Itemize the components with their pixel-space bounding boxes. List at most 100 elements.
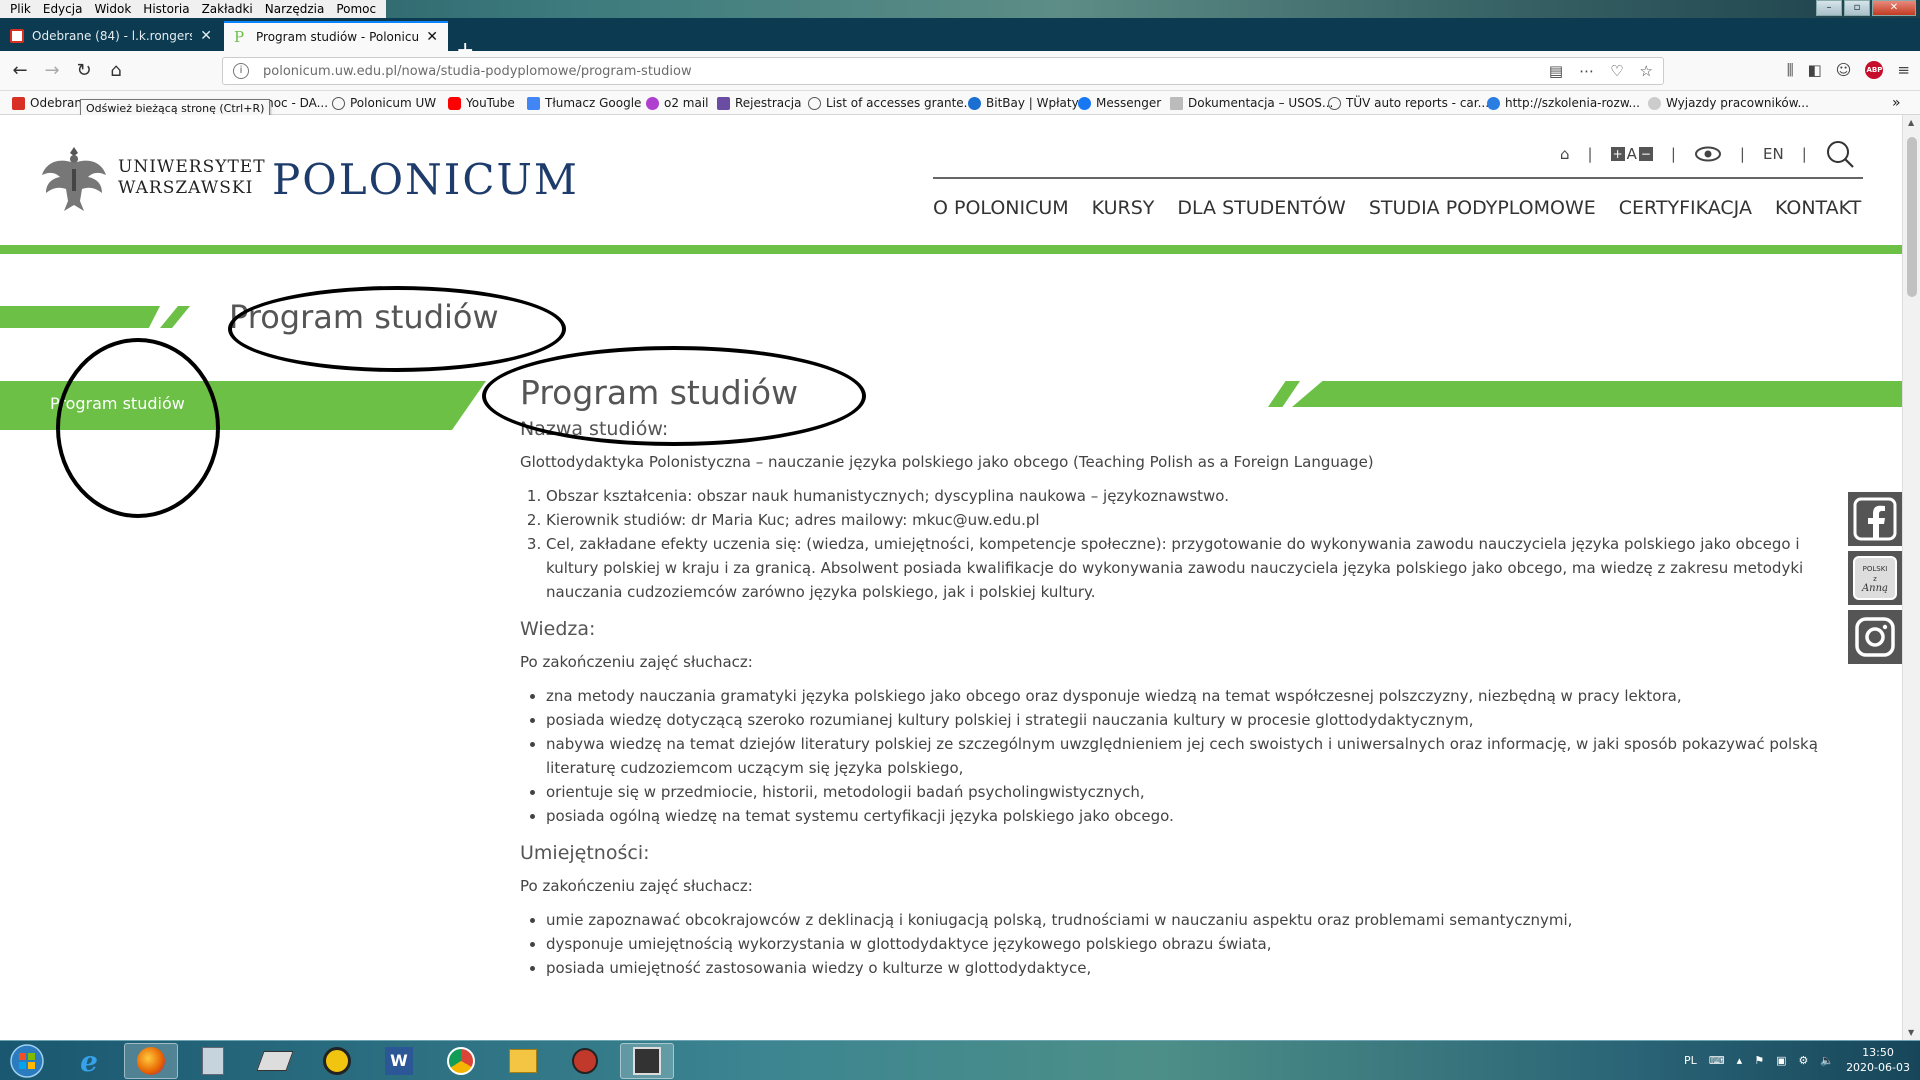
page-actions-icon[interactable]: ⋯ [1579, 62, 1594, 80]
bookmark-item[interactable]: Tłumacz Google [527, 94, 641, 112]
instagram-button[interactable] [1848, 610, 1902, 664]
bookmark-item[interactable]: Messenger [1078, 94, 1161, 112]
bookmarks-overflow-icon[interactable]: » [1892, 94, 1901, 112]
menu-view[interactable]: Widok [88, 2, 137, 16]
menu-file[interactable]: Plik [4, 2, 37, 16]
scroll-up-icon[interactable]: ▲ [1908, 118, 1914, 127]
web-page: UNIWERSYTET WARSZAWSKI POLONICUM ⌂ | + A… [0, 115, 1902, 1040]
window-controls: – ▫ ✕ [1814, 0, 1916, 16]
game-icon[interactable] [310, 1043, 364, 1079]
network-icon[interactable]: ▣ [1776, 1054, 1786, 1067]
tab-gmail[interactable]: Odebrane (84) - l.k.rongers@uw ✕ [0, 21, 222, 51]
polonicum-logo[interactable]: POLONICUM [272, 155, 579, 204]
start-button[interactable] [4, 1043, 50, 1079]
o2-icon [646, 96, 659, 110]
library-icon[interactable]: ⫼ [1787, 61, 1794, 79]
maximize-button[interactable]: ▫ [1844, 0, 1870, 16]
language-indicator[interactable]: PL [1684, 1054, 1697, 1067]
scrollbar-thumb[interactable] [1907, 137, 1917, 297]
close-tab-icon[interactable]: ✕ [426, 29, 438, 45]
nav-item-kursy[interactable]: KURSY [1092, 197, 1155, 219]
close-tab-icon[interactable]: ✕ [200, 28, 212, 44]
bookmark-item[interactable]: BitBay | Wpłaty [968, 94, 1079, 112]
polonicum-favicon: P [234, 28, 245, 46]
section-intro: Po zakończeniu zajęć słuchacz: [520, 653, 753, 671]
minimize-button[interactable]: – [1816, 0, 1842, 16]
bookmark-item[interactable]: List of accesses grante... [808, 94, 975, 112]
bookmark-item[interactable]: Rejestracja [717, 94, 801, 112]
bookmark-star-icon[interactable]: ☆ [1640, 62, 1653, 80]
calculator-icon[interactable] [186, 1043, 240, 1079]
annotation-ellipse [228, 286, 566, 372]
forward-icon[interactable]: → [40, 59, 64, 83]
account-icon[interactable]: ☺ [1836, 61, 1852, 79]
nav-item-o-polonicum[interactable]: O POLONICUM [933, 197, 1069, 219]
menu-tools[interactable]: Narzędzia [259, 2, 331, 16]
bookmark-item[interactable]: Polonicum UW [332, 94, 436, 112]
polski-z-anna-button[interactable]: POLSKI z Anną [1848, 551, 1902, 605]
globe-icon [1328, 96, 1341, 110]
adblock-icon[interactable]: ABP [1865, 61, 1884, 79]
font-size-control[interactable]: + A − [1610, 145, 1653, 163]
reload-icon[interactable]: ↻ [72, 59, 96, 83]
list-item: orientuje się w przedmiocie, historii, m… [546, 780, 1840, 804]
flag-icon[interactable]: ⚑ [1754, 1054, 1764, 1067]
clock[interactable]: 13:50 2020-06-03 [1846, 1045, 1910, 1075]
bookmark-item[interactable]: Wyjazdy pracowników... [1648, 94, 1809, 112]
polski-z-anna-logo: POLSKI z Anną [1853, 556, 1897, 600]
menu-edit[interactable]: Edycja [37, 2, 89, 16]
url-text[interactable]: polonicum.uw.edu.pl/nowa/studia-podyplom… [263, 64, 692, 79]
files-icon[interactable] [496, 1043, 550, 1079]
hamburger-menu-icon[interactable]: ≡ [1897, 61, 1910, 79]
sidebar-icon[interactable]: ◧ [1808, 61, 1822, 79]
screenshot-tool-icon[interactable] [620, 1043, 674, 1079]
scanner-icon[interactable] [248, 1043, 302, 1079]
facebook-button[interactable] [1848, 492, 1902, 546]
ie-icon[interactable]: e [62, 1043, 116, 1079]
university-logo[interactable]: UNIWERSYTET WARSZAWSKI [38, 139, 266, 217]
devices-icon[interactable]: ⚙ [1798, 1054, 1808, 1067]
pocket-icon[interactable]: ♡ [1610, 62, 1623, 80]
word-icon[interactable]: W [372, 1043, 426, 1079]
menu-history[interactable]: Historia [137, 2, 195, 16]
keyboard-icon[interactable]: ⌨ [1709, 1054, 1725, 1067]
contrast-eye-icon[interactable] [1694, 146, 1722, 162]
font-decrease-icon[interactable]: − [1638, 147, 1653, 161]
page-scrollbar[interactable]: ▲ ▼ [1902, 115, 1920, 1040]
language-switch[interactable]: EN [1763, 145, 1784, 163]
bitbay-icon [968, 96, 981, 110]
bookmark-item[interactable]: http://szkolenia-rozw... [1487, 94, 1640, 112]
tab-polonicum[interactable]: P Program studiów - Polonicum ✕ [224, 21, 448, 51]
home-icon[interactable]: ⌂ [104, 59, 128, 83]
nav-item-certyfikacja[interactable]: CERTYFIKACJA [1619, 197, 1752, 219]
bookmark-item[interactable]: Dokumentacja – USOS... [1170, 94, 1333, 112]
bookmark-item[interactable]: moc - DA... [262, 94, 328, 112]
nav-item-studia-podyplomowe[interactable]: STUDIA PODYPLOMOWE [1369, 197, 1596, 219]
nav-item-dla-studentow[interactable]: DLA STUDENTÓW [1177, 197, 1345, 219]
bookmark-item[interactable]: o2 mail [646, 94, 709, 112]
list-item: posiada wiedzę dotyczącą szeroko rozumia… [546, 708, 1840, 732]
red-app-icon[interactable] [558, 1043, 612, 1079]
back-icon[interactable]: ← [8, 59, 32, 83]
close-window-button[interactable]: ✕ [1872, 0, 1916, 16]
tray-expand-icon[interactable]: ▴ [1737, 1054, 1743, 1067]
address-bar[interactable]: i polonicum.uw.edu.pl/nowa/studia-podypl… [222, 57, 1664, 85]
knowledge-list: zna metody nauczania gramatyki języka po… [520, 684, 1840, 828]
scroll-down-icon[interactable]: ▼ [1908, 1028, 1914, 1037]
title-accent-slash [160, 306, 190, 328]
reader-view-icon[interactable]: ▤ [1549, 62, 1563, 80]
nav-item-kontakt[interactable]: KONTAKT [1775, 197, 1861, 219]
menu-bookmarks[interactable]: Zakładki [196, 2, 259, 16]
bookmark-item[interactable]: TÜV auto reports - car... [1328, 94, 1489, 112]
volume-icon[interactable]: 🔈 [1820, 1054, 1834, 1067]
home-icon[interactable]: ⌂ [1560, 145, 1570, 163]
firefox-icon[interactable] [124, 1043, 178, 1079]
chrome-icon[interactable] [434, 1043, 488, 1079]
font-increase-icon[interactable]: + [1610, 147, 1625, 161]
bookmark-item[interactable]: YouTube [448, 94, 515, 112]
menu-help[interactable]: Pomoc [330, 2, 382, 16]
bookmark-item[interactable]: Odebran [12, 94, 82, 112]
system-tray: PL ⌨ ▴ ⚑ ▣ ⚙ 🔈 13:50 2020-06-03 [1684, 1045, 1910, 1075]
site-info-icon[interactable]: i [233, 63, 249, 79]
search-icon[interactable] [1825, 139, 1855, 169]
